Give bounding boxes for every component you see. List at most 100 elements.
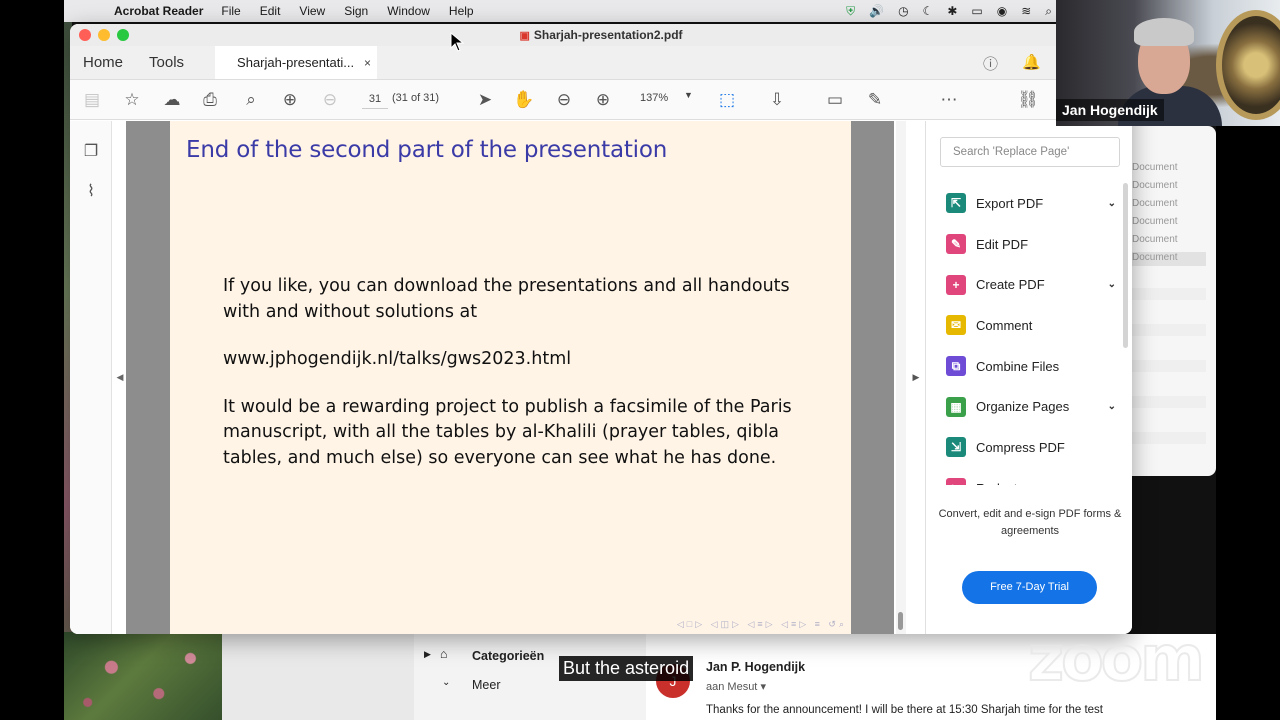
chevron-down-icon[interactable]: ⌄ bbox=[1108, 198, 1116, 209]
menu-window[interactable]: Window bbox=[387, 4, 430, 18]
background-list-item: Document bbox=[1132, 162, 1178, 173]
background-list-blank bbox=[1132, 360, 1206, 372]
free-trial-button[interactable]: Free 7-Day Trial bbox=[962, 571, 1097, 604]
background-list-item: Document bbox=[1132, 198, 1178, 209]
volume-icon[interactable]: 🔊 bbox=[869, 4, 884, 18]
tool-export-pdf[interactable]: ⇱ Export PDF ⌄ bbox=[946, 183, 1116, 224]
vpn-shield-icon[interactable]: ⛨ bbox=[846, 4, 855, 19]
slide-body: If you like, you can download the presen… bbox=[223, 274, 813, 493]
select-cursor-icon[interactable]: ➤ bbox=[473, 88, 497, 112]
background-list-blank bbox=[1132, 396, 1206, 408]
fit-page-icon[interactable]: ⬚ bbox=[715, 88, 739, 112]
tool-redact[interactable]: ✂ Redact bbox=[946, 468, 1116, 485]
tool-label: Create PDF bbox=[976, 277, 1045, 293]
slide-paragraph: It would be a rewarding project to publi… bbox=[223, 396, 792, 468]
background-list-item: Document bbox=[1132, 252, 1206, 266]
menu-sign[interactable]: Sign bbox=[344, 4, 368, 18]
tab-home[interactable]: Home bbox=[70, 46, 136, 79]
wifi-icon[interactable]: ≋ bbox=[1021, 4, 1031, 18]
tab-tools[interactable]: Tools bbox=[136, 46, 197, 79]
tool-label: Compress PDF bbox=[976, 439, 1065, 455]
tool-compress-pdf[interactable]: ⇲ Compress PDF bbox=[946, 427, 1116, 468]
main-toolbar: ▤ ☆ ☁ ⎙ ⌕ ⊕ ⊖ 31 (31 of 31) ➤ ✋ ⊖ ⊕ 137%… bbox=[70, 80, 1132, 120]
participant-name: Jan Hogendijk bbox=[1056, 99, 1164, 121]
background-list-blank bbox=[1132, 288, 1206, 300]
chevron-down-icon: ▾ bbox=[760, 681, 766, 693]
background-list-item: Document bbox=[1132, 216, 1178, 227]
spotlight-search-icon[interactable]: ⌕ bbox=[1045, 4, 1052, 19]
previous-page-icon[interactable]: ⊕ bbox=[278, 88, 302, 112]
help-icon[interactable]: ⓘ bbox=[983, 53, 998, 74]
chevron-down-icon[interactable]: ⌄ bbox=[1108, 401, 1116, 412]
menu-edit[interactable]: Edit bbox=[260, 4, 281, 18]
tool-edit-pdf[interactable]: ✎ Edit PDF bbox=[946, 224, 1116, 265]
menu-help[interactable]: Help bbox=[449, 4, 474, 18]
label-icon: ⌂ bbox=[440, 647, 448, 661]
page-thumbnails-icon[interactable]: ❐ bbox=[81, 141, 101, 161]
background-window: Document Document Document Document Docu… bbox=[1132, 126, 1216, 476]
comment-tool-icon[interactable]: ▭ bbox=[823, 88, 847, 112]
battery-icon[interactable]: ▭ bbox=[971, 4, 982, 18]
more-options-icon[interactable]: ⋯ bbox=[937, 88, 961, 112]
tool-comment[interactable]: ✉ Comment bbox=[946, 305, 1116, 346]
window-title-text: Sharjah-presentation2.pdf bbox=[533, 28, 683, 42]
next-page-icon[interactable]: ⊖ bbox=[318, 88, 342, 112]
tool-create-pdf[interactable]: + Create PDF ⌄ bbox=[946, 264, 1116, 305]
create-pdf-icon: + bbox=[946, 274, 966, 295]
hand-tool-icon[interactable]: ✋ bbox=[512, 88, 536, 112]
tool-label: Comment bbox=[976, 317, 1033, 333]
save-icon[interactable]: ▤ bbox=[80, 88, 104, 112]
pdf-page: End of the second part of the presentati… bbox=[170, 121, 851, 634]
folder-categories[interactable]: Categorieën bbox=[472, 649, 544, 663]
time-machine-icon[interactable]: ◷ bbox=[898, 4, 908, 18]
window-titlebar: ▣ Sharjah-presentation2.pdf bbox=[70, 24, 1132, 46]
tab-document[interactable]: Sharjah-presentati... × bbox=[215, 46, 378, 79]
document-viewport[interactable]: End of the second part of the presentati… bbox=[126, 121, 894, 634]
search-zoom-icon[interactable]: ⌕ bbox=[239, 88, 263, 112]
folder-more[interactable]: Meer bbox=[472, 678, 500, 692]
app-menu[interactable]: Acrobat Reader bbox=[114, 4, 203, 18]
mail-message-body: Thanks for the announcement! I will be t… bbox=[706, 704, 1103, 716]
macos-menubar: Acrobat Reader File Edit View Sign Windo… bbox=[64, 0, 1056, 22]
tools-pane: Search 'Replace Page' ⇱ Export PDF ⌄ ✎ Edit … bbox=[925, 121, 1132, 634]
expand-right-panel-icon[interactable]: ▶ bbox=[908, 121, 924, 634]
zoom-in-icon[interactable]: ⊕ bbox=[591, 88, 615, 112]
zoom-out-icon[interactable]: ⊖ bbox=[552, 88, 576, 112]
background-list-blank bbox=[1132, 324, 1206, 336]
comment-icon: ✉ bbox=[946, 315, 966, 336]
expand-arrow-icon[interactable]: ▶ bbox=[424, 649, 431, 660]
tool-organize-pages[interactable]: ▦ Organize Pages ⌄ bbox=[946, 386, 1116, 427]
scrollbar-thumb[interactable] bbox=[898, 612, 903, 630]
bookmark-star-icon[interactable]: ☆ bbox=[120, 88, 144, 112]
attachments-paperclip-icon[interactable]: ⌇ bbox=[81, 181, 101, 201]
menu-view[interactable]: View bbox=[299, 4, 325, 18]
upload-cloud-icon[interactable]: ☁ bbox=[160, 88, 184, 112]
bluetooth-icon[interactable]: ✱ bbox=[947, 4, 957, 18]
participant-video: Jan Hogendijk bbox=[1056, 0, 1280, 126]
tools-pane-scrollbar[interactable] bbox=[1123, 183, 1128, 348]
chevron-down-icon[interactable]: ⌄ bbox=[1108, 279, 1116, 290]
close-tab-icon[interactable]: × bbox=[364, 56, 371, 70]
page-number-input[interactable]: 31 bbox=[362, 89, 388, 109]
tools-search-input[interactable]: Search 'Replace Page' bbox=[940, 137, 1120, 167]
highlight-pen-icon[interactable]: ✎ bbox=[863, 88, 887, 112]
zoom-level[interactable]: 137% bbox=[640, 92, 668, 104]
tool-label: Combine Files bbox=[976, 358, 1060, 374]
vertical-scrollbar[interactable] bbox=[896, 121, 906, 634]
letterbox-left bbox=[0, 0, 64, 720]
tool-combine-files[interactable]: ⧉ Combine Files bbox=[946, 346, 1116, 387]
scroll-mode-icon[interactable]: ⇩ bbox=[765, 88, 789, 112]
chevron-down-icon[interactable]: ⌄ bbox=[442, 677, 450, 688]
zoom-dropdown-chevron-icon[interactable]: ▼ bbox=[684, 90, 693, 100]
background-list-blank bbox=[1132, 432, 1206, 444]
collapse-left-panel-icon[interactable]: ◀ bbox=[114, 121, 126, 634]
notification-bell-icon[interactable]: 🔔 bbox=[1022, 53, 1041, 71]
print-icon[interactable]: ⎙ bbox=[198, 88, 222, 112]
focus-moon-icon[interactable]: ☾ bbox=[923, 4, 934, 18]
share-link-icon[interactable]: ⛓ bbox=[1016, 88, 1040, 112]
user-icon[interactable]: ◉ bbox=[997, 4, 1007, 18]
menu-file[interactable]: File bbox=[221, 4, 240, 18]
organize-pages-icon: ▦ bbox=[946, 396, 966, 417]
mail-recipient[interactable]: aan Mesut ▾ bbox=[706, 680, 766, 693]
desktop-wallpaper-garden bbox=[64, 632, 222, 720]
